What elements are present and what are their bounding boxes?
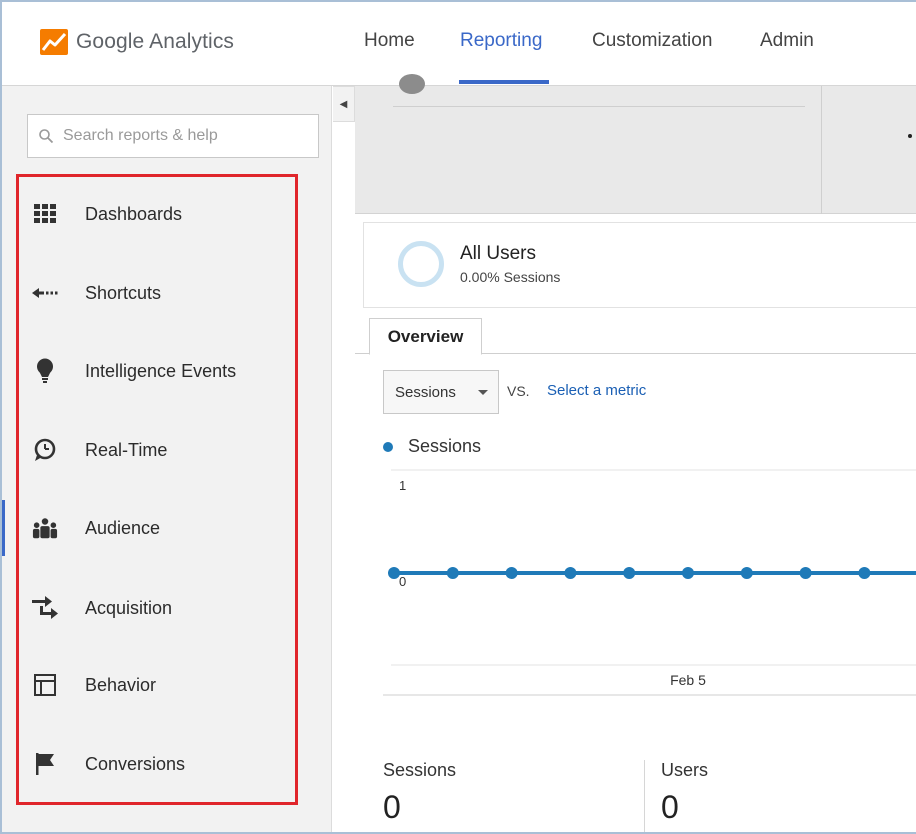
layout-icon <box>32 672 58 698</box>
legend-swatch <box>383 441 393 452</box>
search-input[interactable] <box>63 127 313 145</box>
sidebar-item-label: Behavior <box>85 674 157 695</box>
metric-divider <box>644 760 645 832</box>
main-content: All Users 0.00% Sessions Overview Sessio… <box>355 74 916 832</box>
sidebar-item-acquisition[interactable]: Acquisition <box>22 582 292 634</box>
sidebar-item-audience[interactable]: Audience <box>22 502 292 554</box>
vs-label: VS. <box>507 383 530 399</box>
metric-name: Users <box>661 760 709 780</box>
active-tab-underline <box>459 80 549 84</box>
legend-label: Sessions <box>408 436 482 456</box>
sidebar-item-behavior[interactable]: Behavior <box>22 659 292 711</box>
nav-admin[interactable]: Admin <box>760 30 814 52</box>
panel-divider <box>393 106 805 107</box>
sidebar: Dashboards Shortcuts <box>2 86 332 832</box>
clock-bubble-icon <box>32 437 58 463</box>
sidebar-item-label: Audience <box>85 517 161 538</box>
metric-sessions[interactable]: Sessions 0 <box>383 760 456 826</box>
app-name: Google Analytics <box>76 30 235 53</box>
nav-reporting[interactable]: Reporting <box>460 30 542 52</box>
sidebar-item-shortcuts[interactable]: Shortcuts <box>22 267 292 319</box>
data-point[interactable] <box>564 567 577 579</box>
analytics-window: Google Analytics Home Reporting Customiz… <box>0 0 916 834</box>
search-box[interactable] <box>27 114 319 158</box>
metric-value: 0 <box>383 789 401 825</box>
top-header: Google Analytics Home Reporting Customiz… <box>2 2 916 86</box>
sidebar-item-conversions[interactable]: Conversions <box>22 738 292 790</box>
data-point[interactable] <box>623 567 636 579</box>
sidebar-item-real-time[interactable]: Real-Time <box>22 424 292 476</box>
nav-customization[interactable]: Customization <box>592 30 712 52</box>
data-point[interactable] <box>505 567 518 579</box>
x-tick-label: Feb 5 <box>670 672 706 688</box>
panel-divider-vertical <box>821 86 822 214</box>
sidebar-item-label: Dashboards <box>85 203 183 224</box>
segment-card[interactable]: All Users 0.00% Sessions <box>363 222 916 308</box>
data-point[interactable] <box>388 567 400 579</box>
app-logo[interactable]: Google Analytics <box>40 28 234 56</box>
metric-users[interactable]: Users 0 <box>661 760 708 826</box>
grid-icon <box>32 201 58 227</box>
data-point[interactable] <box>858 567 871 579</box>
sidebar-item-label: Conversions <box>85 753 186 774</box>
people-icon <box>32 515 58 541</box>
data-point[interactable] <box>799 567 812 579</box>
flag-icon <box>32 751 58 777</box>
sessions-chart: 1 0 Feb 5 <box>383 469 916 696</box>
top-panel <box>355 74 916 214</box>
chevron-left-icon: ◀ <box>339 98 348 110</box>
chart-legend: Sessions <box>383 436 481 457</box>
data-point[interactable] <box>740 567 753 579</box>
avatar <box>399 74 425 94</box>
series-layer <box>388 567 916 579</box>
select-metric-link[interactable]: Select a metric <box>547 382 646 399</box>
nav-home[interactable]: Home <box>364 30 415 52</box>
metrics-summary: Sessions 0 Users 0 <box>355 746 916 832</box>
y-tick-label: 1 <box>399 478 406 493</box>
sidebar-scroll-accent <box>2 500 5 556</box>
metric-dropdown-value: Sessions <box>395 383 456 401</box>
sidebar-item-dashboards[interactable]: Dashboards <box>22 188 292 240</box>
segment-title: All Users <box>460 243 537 264</box>
analytics-logo-icon <box>40 29 68 55</box>
search-icon <box>39 129 54 144</box>
metric-dropdown[interactable]: Sessions <box>383 370 499 414</box>
sidebar-item-label: Acquisition <box>85 597 173 618</box>
lightbulb-icon <box>32 358 58 384</box>
tab-overview[interactable]: Overview <box>369 318 482 355</box>
sidebar-item-intelligence-events[interactable]: Intelligence Events <box>22 345 292 397</box>
sidebar-item-label: Real-Time <box>85 439 168 460</box>
metric-name: Sessions <box>383 760 457 780</box>
sidebar-item-label: Shortcuts <box>85 282 162 303</box>
y-tick-label: 0 <box>399 574 406 589</box>
data-point[interactable] <box>682 567 694 579</box>
segment-subtitle: 0.00% Sessions <box>460 269 561 285</box>
transfer-arrows-icon <box>32 595 58 621</box>
metric-value: 0 <box>661 789 679 825</box>
menu-dot-icon[interactable] <box>908 134 912 138</box>
collapse-sidebar-button[interactable]: ◀ <box>333 86 355 122</box>
data-point[interactable] <box>446 567 459 579</box>
sidebar-item-label: Intelligence Events <box>85 360 237 381</box>
caret-down-icon <box>478 390 488 395</box>
arrow-left-dotted-icon <box>32 280 58 306</box>
segment-ring-icon <box>398 241 444 287</box>
